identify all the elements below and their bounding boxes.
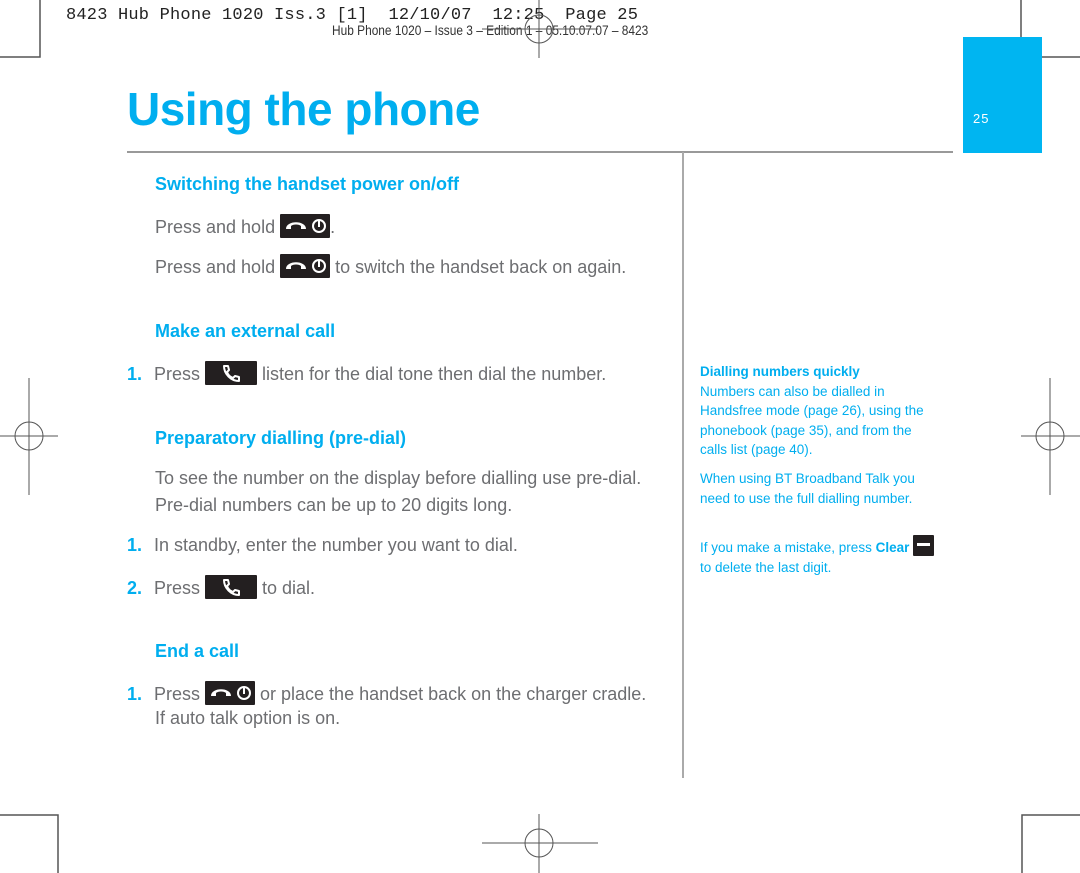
- predial-step-1: 1. In standby, enter the number you want …: [127, 535, 518, 556]
- step-text: Press: [154, 578, 206, 598]
- tip-line: When using BT Broadband Talk you: [700, 471, 915, 486]
- predial-intro-2: Pre-dial numbers can be up to 20 digits …: [155, 495, 513, 515]
- crop-mark-bottom-left: [0, 814, 59, 873]
- tip-clear-mistake: If you make a mistake, press Clear to de…: [700, 535, 960, 577]
- predial-intro-1: To see the number on the display before …: [155, 468, 642, 488]
- tip-line: Numbers can also be dialled in: [700, 383, 885, 399]
- registration-mark-right: [1021, 378, 1080, 495]
- end-call-power-icon: [280, 254, 331, 278]
- step-text-end: or place the handset back on the charger…: [255, 684, 647, 704]
- end-call-power-icon: [205, 681, 256, 705]
- step-number: 2.: [127, 578, 143, 598]
- title-rule: [127, 151, 953, 153]
- power-line-1: Press and hold .: [155, 214, 335, 238]
- power-line-2-end: to switch the handset back on again.: [330, 257, 627, 277]
- section-heading-predial: Preparatory dialling (pre-dial): [155, 428, 407, 448]
- power-line-1-end: .: [330, 217, 336, 237]
- predial-step-2: 2. Press to dial.: [127, 575, 315, 599]
- tip-line: Handsfree mode (page 26), using the: [700, 403, 924, 418]
- tip-dialling-quickly: Dialling numbers quickly Numbers can als…: [700, 362, 960, 460]
- step-number: 1.: [127, 684, 143, 704]
- step-text: Press: [154, 364, 206, 384]
- tip-line: to delete the last digit.: [700, 559, 832, 575]
- external-call-step-1: 1. Press listen for the dial tone then di…: [127, 361, 606, 385]
- page-title: Using the phone: [127, 83, 480, 135]
- tip-line: calls list (page 40).: [700, 442, 813, 457]
- power-line-2-text: Press and hold: [155, 257, 281, 277]
- step-number: 1.: [127, 364, 143, 384]
- registration-mark-left: [0, 378, 58, 495]
- clear-label: Clear: [875, 540, 910, 555]
- registration-mark-bottom: [482, 814, 598, 873]
- section-heading-end-call: End a call: [155, 641, 240, 661]
- tip-heading: Dialling numbers quickly: [700, 364, 860, 379]
- step-number: 1.: [127, 535, 143, 555]
- tip-line: need to use the full dialling number.: [700, 490, 913, 506]
- step-text: Press: [154, 684, 206, 704]
- step-text-end: to dial.: [257, 578, 316, 598]
- end-call-step-1-line-2: If auto talk option is on.: [155, 708, 341, 728]
- tip-line: If you make a mistake, press: [700, 540, 876, 555]
- crop-mark-bottom-right: [1021, 814, 1080, 873]
- end-call-step-1: 1. Press or place the handset back on the…: [127, 681, 646, 705]
- section-heading-external-call: Make an external call: [155, 321, 336, 341]
- tip-broadband-talk: When using BT Broadband Talk you need to…: [700, 469, 960, 508]
- end-call-power-icon: [280, 214, 331, 238]
- clear-minus-icon: [913, 535, 935, 556]
- tip-line: phonebook (page 35), and from the: [700, 422, 912, 438]
- page-tab: [963, 37, 1042, 153]
- power-line-2: Press and hold to switch the handset bac…: [155, 254, 626, 278]
- talk-phone-icon: [205, 361, 258, 385]
- page-number: 25: [973, 111, 990, 126]
- step-text-end: listen for the dial tone then dial the n…: [257, 364, 607, 384]
- registration-mark-top: [482, 0, 598, 58]
- step-text: In standby, enter the number you want to…: [154, 535, 518, 555]
- section-heading-power: Switching the handset power on/off: [155, 174, 459, 194]
- column-divider: [682, 152, 684, 778]
- talk-phone-icon: [205, 575, 258, 599]
- power-line-1-text: Press and hold: [155, 217, 281, 237]
- crop-mark-top-left: [0, 0, 41, 58]
